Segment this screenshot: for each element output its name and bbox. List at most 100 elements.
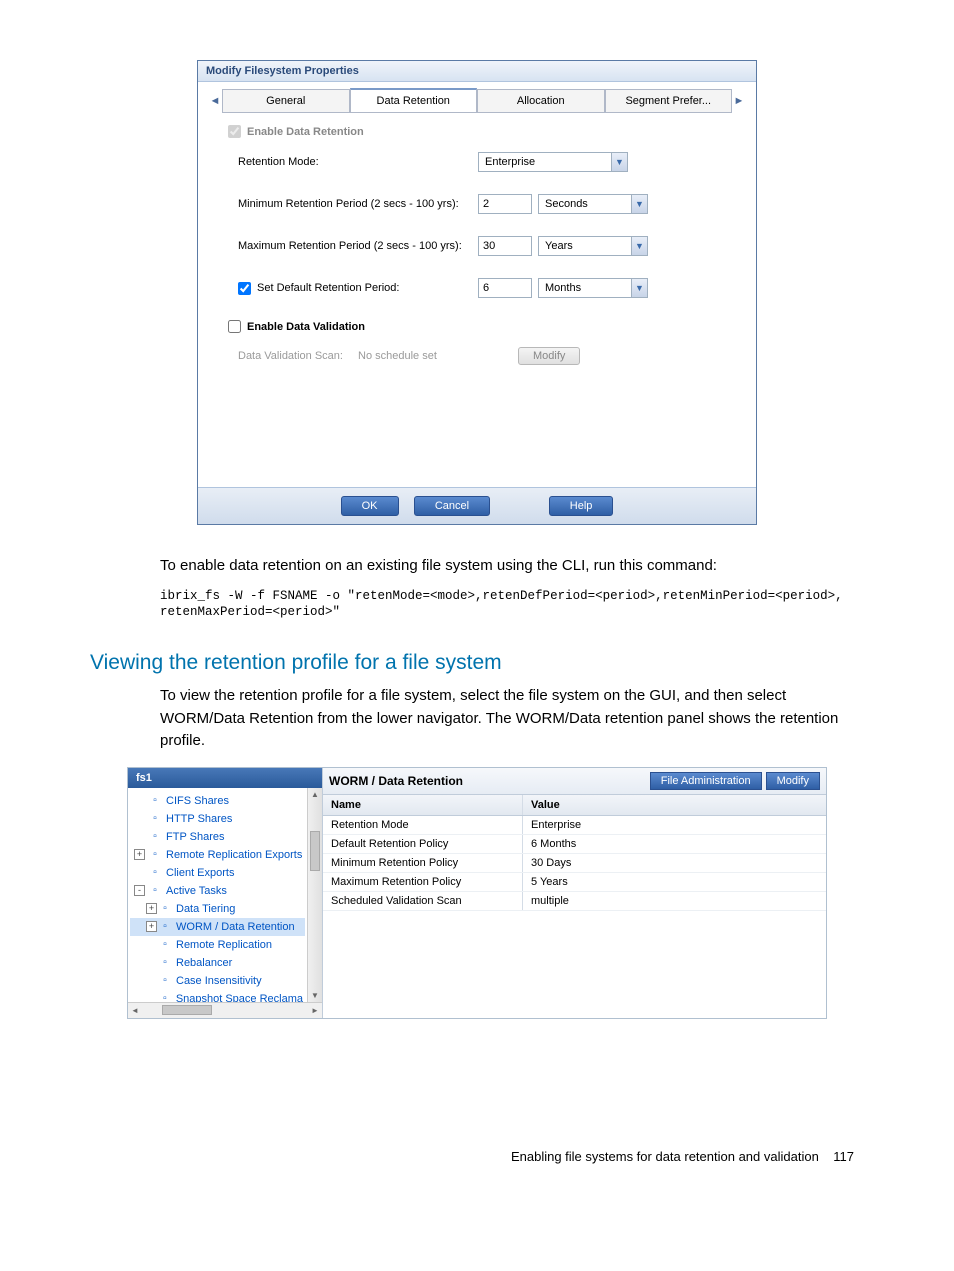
navigator-item[interactable]: ▫Remote Replication <box>130 936 305 954</box>
chevron-down-icon[interactable]: ▼ <box>611 153 627 171</box>
retention-mode-combo[interactable]: Enterprise ▼ <box>478 152 628 172</box>
scroll-up-icon[interactable]: ▲ <box>311 788 319 801</box>
navigator-item[interactable]: +▫Data Tiering <box>130 900 305 918</box>
navigator-item[interactable]: ▫Rebalancer <box>130 954 305 972</box>
max-retention-row: Maximum Retention Period (2 secs - 100 y… <box>228 236 726 256</box>
worm-retention-panel: fs1 ▫CIFS Shares▫HTTP Shares▫FTP Shares+… <box>127 767 827 1019</box>
tabs-row: ◄ General Data Retention Allocation Segm… <box>208 88 746 113</box>
expand-icon[interactable]: - <box>134 885 145 896</box>
navigator-item[interactable]: ▫Snapshot Space Reclama <box>130 990 305 1002</box>
item-icon: ▫ <box>158 921 172 933</box>
tab-scroll-right-icon[interactable]: ► <box>732 95 746 107</box>
chevron-down-icon[interactable]: ▼ <box>631 195 647 213</box>
enable-retention-label: Enable Data Retention <box>247 126 364 138</box>
max-retention-unit-combo[interactable]: Years ▼ <box>538 236 648 256</box>
item-icon: ▫ <box>148 831 162 843</box>
chevron-down-icon[interactable]: ▼ <box>631 279 647 297</box>
min-retention-unit-combo[interactable]: Seconds ▼ <box>538 194 648 214</box>
enable-retention-checkbox <box>228 125 241 138</box>
cell-value: Enterprise <box>523 816 826 834</box>
retention-mode-label: Retention Mode: <box>238 156 478 168</box>
navigator-item[interactable]: +▫ WORM / Data Retention <box>130 918 305 936</box>
enable-validation-row: Enable Data Validation <box>228 320 726 333</box>
horizontal-scrollbar[interactable]: ◄ ► <box>128 1002 322 1018</box>
col-name: Name <box>323 795 523 815</box>
expand-icon[interactable]: + <box>146 903 157 914</box>
navigator-item[interactable]: ▫CIFS Shares <box>130 792 305 810</box>
expand-icon[interactable]: + <box>146 921 157 932</box>
enable-validation-checkbox[interactable] <box>228 320 241 333</box>
table-row: Scheduled Validation Scanmultiple <box>323 892 826 911</box>
default-retention-label: Set Default Retention Period: <box>257 282 399 294</box>
min-retention-label: Minimum Retention Period (2 secs - 100 y… <box>238 198 478 210</box>
item-icon: ▫ <box>158 957 172 969</box>
tab-segment-prefer[interactable]: Segment Prefer... <box>605 89 733 113</box>
navigator-item-label: CIFS Shares <box>166 793 229 809</box>
hscroll-thumb[interactable] <box>162 1005 212 1015</box>
cell-name: Default Retention Policy <box>323 835 523 853</box>
item-icon: ▫ <box>158 993 172 1002</box>
cli-command-code: ibrix_fs -W -f FSNAME -o "retenMode=<mod… <box>160 588 864 622</box>
navigator-pane: fs1 ▫CIFS Shares▫HTTP Shares▫FTP Shares+… <box>128 768 323 1018</box>
scroll-thumb[interactable] <box>310 831 320 871</box>
cancel-button[interactable]: Cancel <box>414 496 490 516</box>
navigator-title: fs1 <box>128 768 322 788</box>
scroll-right-icon[interactable]: ► <box>308 1006 322 1015</box>
table-row: Default Retention Policy6 Months <box>323 835 826 854</box>
default-retention-input[interactable] <box>478 278 532 298</box>
table-row: Minimum Retention Policy30 Days <box>323 854 826 873</box>
item-icon: ▫ <box>158 939 172 951</box>
max-retention-input[interactable] <box>478 236 532 256</box>
navigator-item[interactable]: ▫FTP Shares <box>130 828 305 846</box>
item-icon: ▫ <box>148 867 162 879</box>
content-header: WORM / Data Retention File Administratio… <box>323 768 826 795</box>
table-header: Name Value <box>323 795 826 816</box>
form-area: Enable Data Retention Retention Mode: En… <box>208 125 746 467</box>
tab-data-retention[interactable]: Data Retention <box>350 88 478 113</box>
scroll-down-icon[interactable]: ▼ <box>311 989 319 1002</box>
max-retention-label: Maximum Retention Period (2 secs - 100 y… <box>238 240 478 252</box>
tab-allocation[interactable]: Allocation <box>477 89 605 113</box>
modify-button[interactable]: Modify <box>766 772 820 790</box>
tab-general[interactable]: General <box>222 89 350 113</box>
cell-value: 5 Years <box>523 873 826 891</box>
expand-icon[interactable]: + <box>134 849 145 860</box>
vertical-scrollbar[interactable]: ▲ ▼ <box>307 788 322 1002</box>
table-row: Retention ModeEnterprise <box>323 816 826 835</box>
default-retention-unit: Months <box>539 282 631 294</box>
navigator-item[interactable]: +▫Remote Replication Exports <box>130 846 305 864</box>
retention-mode-value: Enterprise <box>479 156 611 168</box>
min-retention-input[interactable] <box>478 194 532 214</box>
chevron-down-icon[interactable]: ▼ <box>631 237 647 255</box>
dialog-footer: OK Cancel Help <box>198 487 756 524</box>
cell-value: multiple <box>523 892 826 910</box>
cell-value: 6 Months <box>523 835 826 853</box>
navigator-item[interactable]: -▫Active Tasks <box>130 882 305 900</box>
help-button[interactable]: Help <box>549 496 614 516</box>
ok-button[interactable]: OK <box>341 496 399 516</box>
scroll-left-icon[interactable]: ◄ <box>128 1006 142 1015</box>
navigator-item-label: Data Tiering <box>176 901 235 917</box>
navigator-item-label: Remote Replication Exports <box>166 847 302 863</box>
table-row: Maximum Retention Policy5 Years <box>323 873 826 892</box>
validation-scan-row: Data Validation Scan: No schedule set Mo… <box>228 347 726 365</box>
navigator-item-label: WORM / Data Retention <box>176 919 295 935</box>
content-pane: WORM / Data Retention File Administratio… <box>323 768 826 1018</box>
navigator-item-label: Client Exports <box>166 865 234 881</box>
file-administration-button[interactable]: File Administration <box>650 772 762 790</box>
retention-mode-row: Retention Mode: Enterprise ▼ <box>228 152 726 172</box>
default-retention-unit-combo[interactable]: Months ▼ <box>538 278 648 298</box>
tab-scroll-left-icon[interactable]: ◄ <box>208 95 222 107</box>
navigator-item[interactable]: ▫Case Insensitivity <box>130 972 305 990</box>
max-retention-unit: Years <box>539 240 631 252</box>
navigator-item[interactable]: ▫ Client Exports <box>130 864 305 882</box>
validation-scan-value: No schedule set <box>358 350 478 362</box>
cell-value: 30 Days <box>523 854 826 872</box>
page-number: 117 <box>833 1149 854 1164</box>
navigator-item-label: HTTP Shares <box>166 811 232 827</box>
dialog-body: ◄ General Data Retention Allocation Segm… <box>198 82 756 487</box>
navigator-item[interactable]: ▫ HTTP Shares <box>130 810 305 828</box>
navigator-list[interactable]: ▫CIFS Shares▫HTTP Shares▫FTP Shares+▫Rem… <box>128 788 307 1002</box>
item-icon: ▫ <box>148 813 162 825</box>
default-retention-checkbox[interactable] <box>238 282 251 295</box>
